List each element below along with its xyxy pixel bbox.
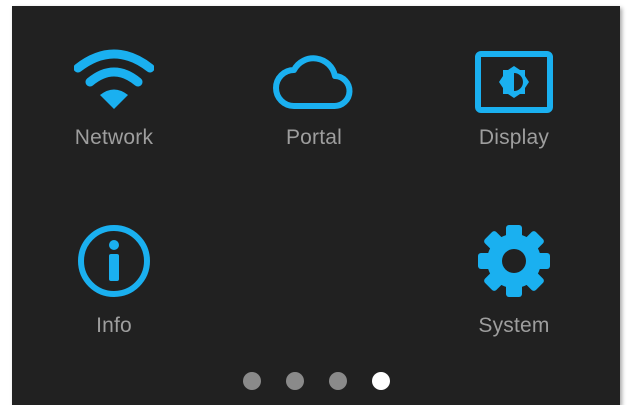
portal-label: Portal: [285, 126, 343, 149]
page-dot-3[interactable]: [328, 372, 347, 390]
page-indicator: [12, 372, 620, 390]
network-button[interactable]: Network: [34, 46, 194, 176]
display-button[interactable]: Display: [434, 46, 594, 176]
wifi-icon: [34, 46, 194, 116]
info-button[interactable]: Info: [34, 225, 194, 356]
menu-screen: Network Portal Display Info System: [12, 6, 620, 405]
system-label: System: [478, 314, 550, 337]
display-brightness-icon: [434, 46, 594, 116]
system-button[interactable]: System: [434, 225, 594, 356]
page-dot-1[interactable]: [242, 372, 261, 390]
page-dot-4-active[interactable]: [371, 372, 390, 390]
cloud-icon: [234, 46, 394, 116]
info-icon: [34, 225, 194, 297]
page-dot-2[interactable]: [285, 372, 304, 390]
network-label: Network: [74, 126, 154, 149]
portal-button[interactable]: Portal: [234, 46, 394, 176]
gear-icon: [434, 225, 594, 297]
display-label: Display: [478, 126, 550, 149]
info-label: Info: [96, 314, 132, 337]
